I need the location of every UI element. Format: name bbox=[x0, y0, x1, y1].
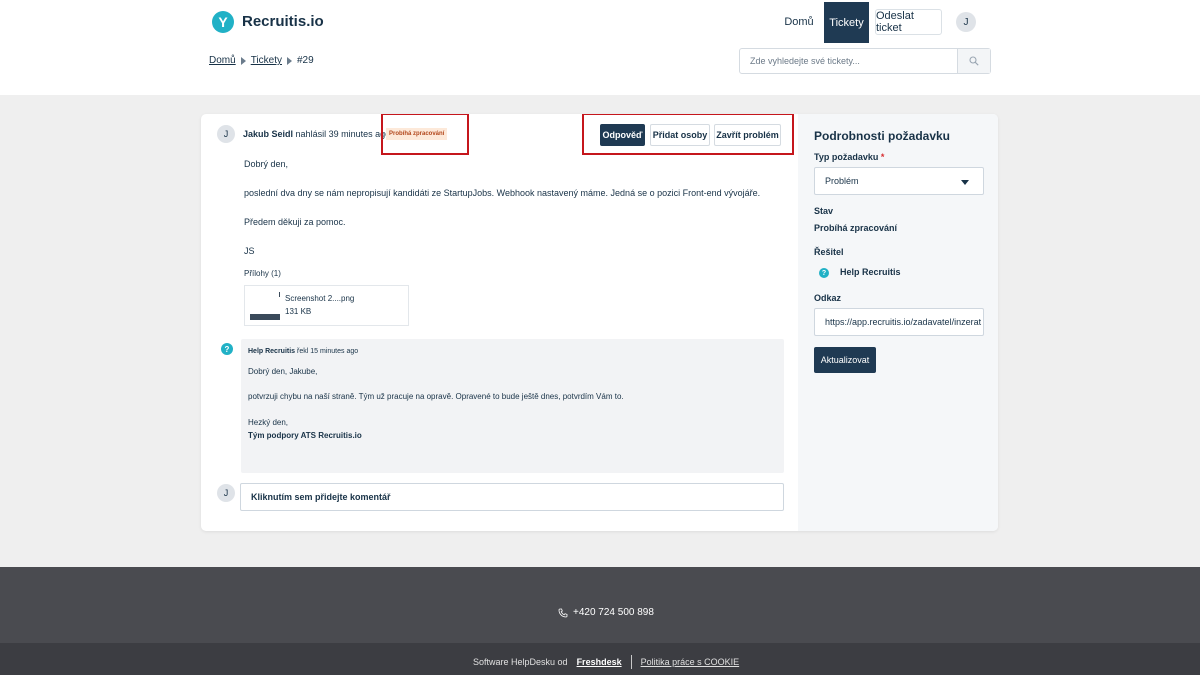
breadcrumb-home-link[interactable]: Domů bbox=[209, 55, 236, 66]
top-navbar bbox=[0, 0, 1200, 43]
request-type-value: Problém bbox=[825, 176, 859, 186]
link-label: Odkaz bbox=[814, 293, 842, 303]
reply-signature: Tým podpory ATS Recruitis.io bbox=[248, 431, 362, 440]
reporter-name[interactable]: Jakub Seidl bbox=[243, 129, 293, 139]
help-recruitis-avatar-icon: ? bbox=[221, 343, 233, 355]
agent-avatar-icon: ? bbox=[819, 268, 829, 278]
request-details-panel: Podrobnosti požadavku Typ požadavku * Pr… bbox=[798, 114, 998, 531]
reply-button[interactable]: Odpověď bbox=[600, 124, 645, 146]
required-mark: * bbox=[880, 152, 885, 162]
search-button[interactable] bbox=[957, 49, 990, 73]
footer-contact bbox=[0, 567, 1200, 643]
recruitis-logo-icon[interactable]: Y bbox=[212, 11, 234, 33]
reply-line: Dobrý den, Jakube, bbox=[248, 367, 318, 376]
message-line: Dobrý den, bbox=[244, 159, 289, 169]
request-type-select[interactable]: Problém bbox=[814, 167, 984, 195]
status-value: Probíhá zpracování bbox=[814, 223, 898, 233]
breadcrumb: Domů Tickety #29 bbox=[209, 55, 314, 66]
breadcrumb-arrow-icon bbox=[287, 56, 292, 65]
close-problem-button[interactable]: Zavřít problém bbox=[714, 124, 781, 146]
brand-name[interactable]: Recruitis.io bbox=[242, 13, 324, 30]
reporter-avatar: J bbox=[217, 125, 235, 143]
attachment-thumbnail bbox=[250, 292, 280, 322]
breadcrumb-tickets-link[interactable]: Tickety bbox=[251, 55, 282, 66]
reply-verb: řekl bbox=[297, 348, 309, 355]
phone-icon bbox=[558, 608, 568, 617]
phone-number: +420 724 500 898 bbox=[573, 607, 654, 618]
breadcrumb-current: #29 bbox=[297, 55, 314, 66]
message-line: JS bbox=[244, 246, 255, 256]
attachment-size: 131 KB bbox=[285, 307, 312, 316]
agent-value: Help Recruitis bbox=[840, 267, 901, 277]
breadcrumb-bar bbox=[0, 43, 1200, 95]
freshdesk-link[interactable]: Freshdesk bbox=[577, 657, 622, 667]
search-icon bbox=[969, 56, 979, 66]
attachment-card[interactable]: Screenshot 2....png 131 KB bbox=[244, 285, 409, 326]
reply-line: potvrzuji chybu na naší straně. Tým už p… bbox=[248, 392, 624, 401]
breadcrumb-arrow-icon bbox=[240, 56, 246, 65]
type-label: Typ požadavku * bbox=[814, 152, 884, 162]
update-button[interactable]: Aktualizovat bbox=[814, 347, 876, 373]
ticket-header: Jakub Seidl nahlásil 39 minutes ago bbox=[243, 129, 390, 139]
footer-divider bbox=[630, 655, 632, 669]
type-label-text: Typ požadavku bbox=[814, 152, 879, 162]
add-comment-field[interactable]: Kliknutím sem přidejte komentář bbox=[240, 483, 784, 511]
ticket-card: J Jakub Seidl nahlásil 39 minutes ago Pr… bbox=[201, 114, 998, 531]
reply-line: Hezký den, bbox=[248, 418, 289, 427]
footer-links: Software HelpDesku od Freshdesk Politika… bbox=[473, 655, 739, 669]
commenter-avatar: J bbox=[217, 484, 235, 502]
reply-author: Help Recruitis bbox=[248, 348, 296, 355]
agent-label: Řešitel bbox=[814, 247, 844, 257]
send-ticket-button[interactable]: Odeslat ticket bbox=[875, 9, 942, 35]
details-title: Podrobnosti požadavku bbox=[814, 129, 951, 143]
ticket-search bbox=[739, 48, 991, 74]
highlight-box-status bbox=[381, 114, 469, 155]
chevron-down-icon bbox=[961, 180, 969, 185]
add-people-button[interactable]: Přidat osoby bbox=[650, 124, 710, 146]
link-input[interactable] bbox=[814, 308, 984, 336]
cookie-policy-link[interactable]: Politika práce s COOKIE bbox=[641, 657, 740, 667]
attachments-label: Přílohy (1) bbox=[244, 269, 281, 278]
status-label: Stav bbox=[814, 206, 834, 216]
footer-phone[interactable]: +420 724 500 898 bbox=[558, 607, 654, 618]
reply-time: 15 minutes ago bbox=[310, 348, 359, 355]
nav-tickets-link[interactable]: Tickety bbox=[824, 2, 869, 43]
attachment-name: Screenshot 2....png bbox=[285, 294, 355, 303]
nav-home-link[interactable]: Domů bbox=[778, 16, 820, 28]
message-line: Předem děkuji za pomoc. bbox=[244, 217, 346, 227]
user-avatar[interactable]: J bbox=[956, 12, 976, 32]
reported-verb: nahlásil bbox=[295, 129, 327, 139]
agent-reply: Help Recruitis řekl 15 minutes ago Dobrý… bbox=[241, 339, 784, 473]
message-line: poslední dva dny se nám nepropisují kand… bbox=[244, 188, 761, 198]
software-text: Software HelpDesku od bbox=[473, 657, 568, 667]
reply-header: Help Recruitis řekl 15 minutes ago bbox=[248, 348, 358, 355]
search-input[interactable] bbox=[740, 49, 958, 73]
